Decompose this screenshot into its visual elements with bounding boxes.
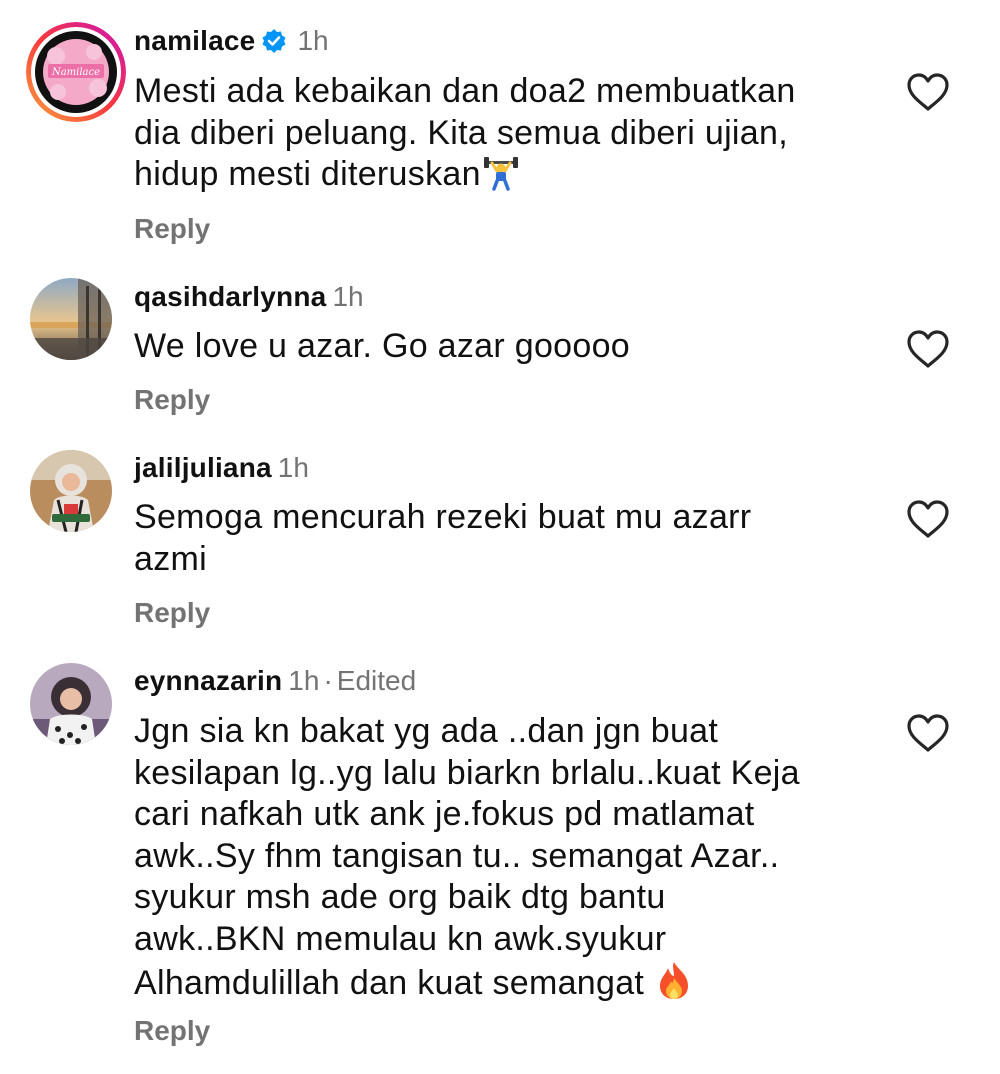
comment-line: Alhamdulillah dan kuat semangat <box>134 964 645 1002</box>
heart-icon[interactable] <box>906 713 950 753</box>
avatar[interactable]: Namilace <box>26 22 126 122</box>
separator-dot: · <box>323 665 333 696</box>
comment-line: cari nafkah utk ank je.fokus pd matlamat <box>134 795 755 833</box>
username[interactable]: eynnazarin <box>134 665 282 696</box>
reply-button[interactable]: Reply <box>134 383 210 417</box>
username[interactable]: jaliljuliana <box>134 452 272 483</box>
heart-icon[interactable] <box>906 329 950 369</box>
username[interactable]: namilace <box>134 25 255 56</box>
fire-emoji <box>656 960 692 1011</box>
comment-line: syukur msh ade org baik dtg bantu <box>134 878 666 916</box>
comment-line: Jgn sia kn bakat yg ada ..dan jgn buat <box>134 712 719 750</box>
comment-line-with-emoji: hidup mesti diteruskan <box>134 154 874 202</box>
comment-text: Semoga mencurah rezeki buat mu azarr azm… <box>134 497 874 580</box>
username[interactable]: qasihdarlynna <box>134 281 326 312</box>
edited-label: Edited <box>336 665 417 696</box>
comment-text: Jgn sia kn bakat yg ada ..dan jgn buat k… <box>134 711 874 1011</box>
comment-time: 1h <box>297 25 329 56</box>
comment-header: qasihdarlynna 1h <box>134 280 364 314</box>
verified-badge-icon <box>261 28 287 62</box>
comment-line: hidup mesti diteruskan <box>134 155 481 193</box>
heart-icon[interactable] <box>906 72 950 112</box>
comment-time: 1h <box>277 452 309 483</box>
avatar-logo-text: Namilace <box>51 67 100 78</box>
comment-line-with-emoji: Alhamdulillah dan kuat semangat <box>134 960 874 1011</box>
avatar[interactable] <box>30 450 112 532</box>
reply-button[interactable]: Reply <box>134 1014 210 1048</box>
reply-button[interactable]: Reply <box>134 212 210 246</box>
comment-line: awk..BKN memulau kn awk.syukur <box>134 919 667 958</box>
comment-header: jaliljuliana 1h <box>134 451 309 485</box>
comment-text: Mesti ada kebaikan dan doa2 membuatkan d… <box>134 71 874 202</box>
comment-time: 1h <box>288 665 320 696</box>
comment-header: eynnazarin 1h · Edited <box>134 664 416 698</box>
comment-time: 1h <box>332 281 364 312</box>
comment-line: We love u azar. Go azar gooooo <box>134 327 631 365</box>
comment-header: namilace 1h <box>134 24 329 62</box>
heart-icon[interactable] <box>906 499 950 539</box>
comment-line: awk..Sy fhm tangisan tu.. semangat Azar.… <box>134 836 780 875</box>
comment-line: azmi <box>134 539 207 578</box>
avatar[interactable] <box>30 278 112 360</box>
avatar[interactable] <box>30 663 112 745</box>
comment-line: kesilapan lg..yg lalu biarkn brlalu..kua… <box>134 753 800 792</box>
comment-line: dia diberi peluang. Kita semua diberi uj… <box>134 113 788 152</box>
comment-text: We love u azar. Go azar gooooo <box>134 326 874 368</box>
comment-line: Mesti ada kebaikan dan doa2 membuatkan <box>134 72 796 110</box>
reply-button[interactable]: Reply <box>134 596 210 630</box>
weightlifter-emoji <box>483 155 519 202</box>
comment-line: Semoga mencurah rezeki buat mu azarr <box>134 498 752 536</box>
